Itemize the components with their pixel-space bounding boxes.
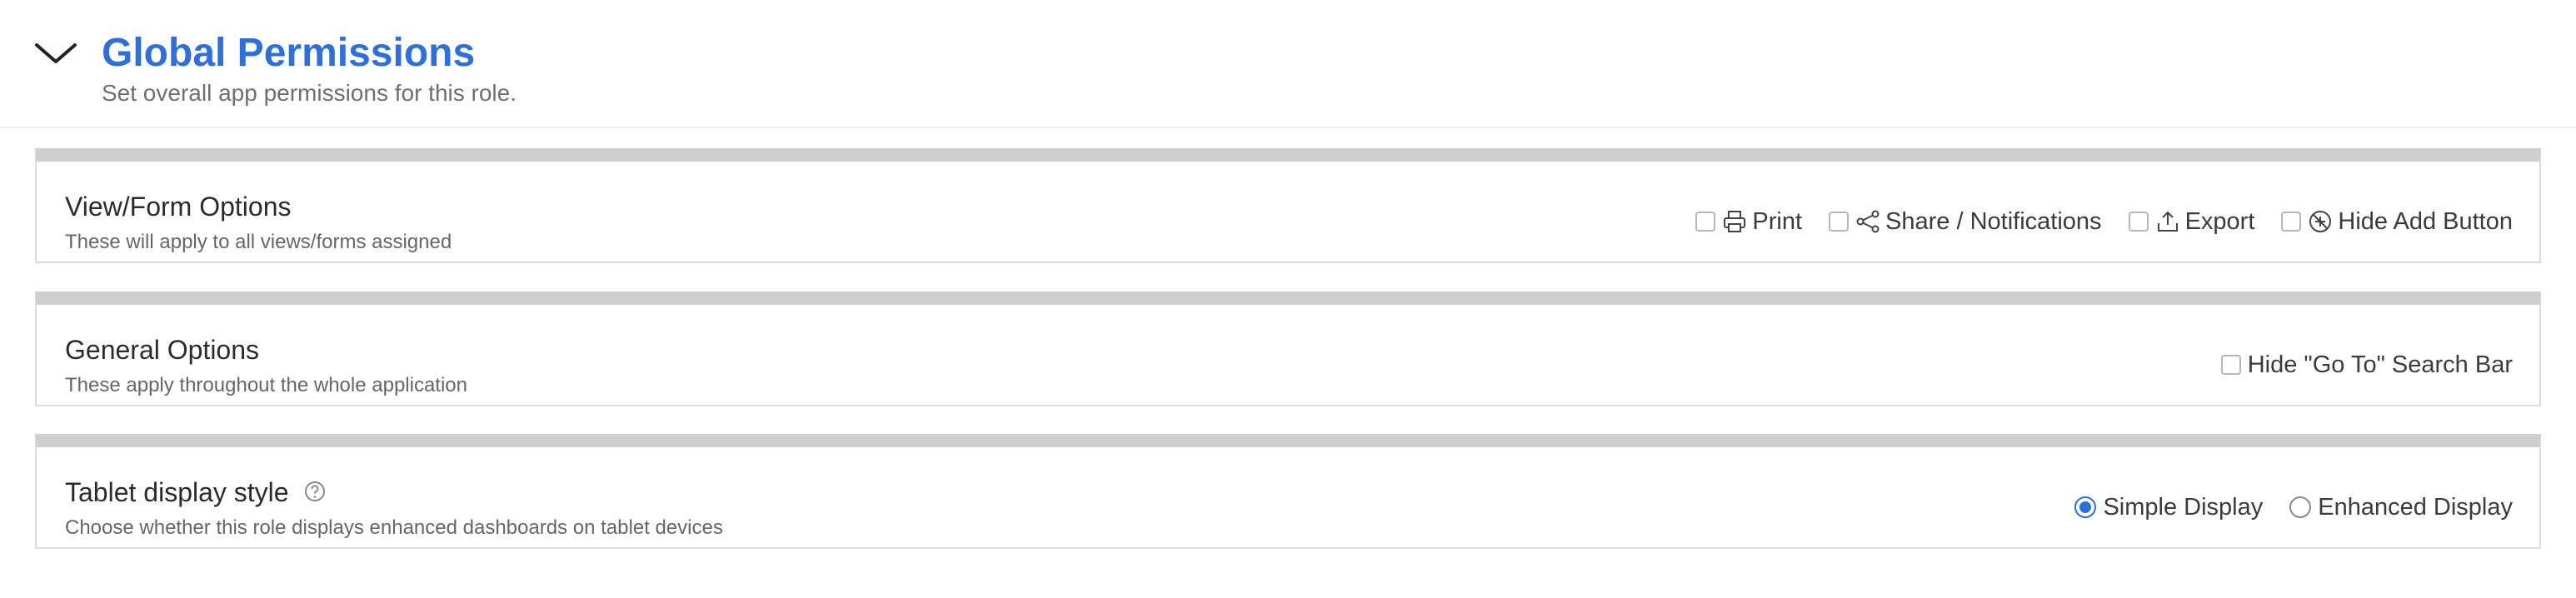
hide-go-to-search-bar-option[interactable]: Hide "Go To" Search Bar	[2220, 350, 2513, 380]
share-notifications-checkbox[interactable]	[1829, 212, 1850, 232]
card-title: General Options	[65, 335, 260, 365]
export-icon	[2157, 211, 2178, 232]
export-label: Export	[2184, 208, 2255, 235]
enhanced-display-label: Enhanced Display	[2318, 494, 2513, 521]
share-notifications-label: Share / Notifications	[1885, 208, 2102, 235]
tablet-display-style-card: Tablet display style Choose whether this…	[35, 434, 2541, 549]
printer-icon	[1724, 211, 1746, 232]
hide-add-button-checkbox[interactable]	[2281, 212, 2302, 232]
enhanced-display-option[interactable]: Enhanced Display	[2289, 492, 2513, 522]
simple-display-option[interactable]: Simple Display	[2074, 492, 2263, 522]
enhanced-display-radio[interactable]	[2289, 496, 2312, 518]
view-form-option-list: Print Share / Notifications Export Hide …	[1695, 205, 2513, 238]
hide-add-button-label: Hide Add Button	[2338, 208, 2513, 235]
tablet-display-style-title: Tablet display style	[65, 477, 289, 507]
section-subtitle: Set overall app permissions for this rol…	[102, 80, 517, 106]
share-notifications-option[interactable]: Share / Notifications	[1829, 207, 2102, 237]
hide-go-to-search-bar-label: Hide "Go To" Search Bar	[2247, 351, 2513, 378]
help-circle-icon[interactable]	[304, 481, 326, 502]
card-description: These apply throughout the whole applica…	[65, 374, 467, 396]
view-form-options-card: View/Form Options These will apply to al…	[35, 148, 2541, 263]
card-title: View/Form Options	[65, 192, 292, 222]
general-option-list: Hide "Go To" Search Bar	[2220, 348, 2513, 381]
hide-go-to-search-bar-checkbox[interactable]	[2220, 355, 2241, 375]
card-description: These will apply to all views/forms assi…	[65, 231, 452, 253]
general-options-card: General Options These apply throughout t…	[35, 292, 2541, 406]
display-style-radio-group: Simple Display Enhanced Display	[2074, 491, 2513, 524]
simple-display-label: Simple Display	[2103, 494, 2264, 521]
section-title: Global Permissions	[102, 31, 476, 75]
simple-display-radio[interactable]	[2074, 496, 2097, 518]
print-checkbox[interactable]	[1695, 212, 1716, 232]
hide-add-button-option[interactable]: Hide Add Button	[2281, 207, 2513, 237]
print-label: Print	[1752, 208, 1803, 235]
share-icon	[1856, 210, 1880, 233]
card-title: Tablet display style	[65, 476, 326, 509]
chevron-down-icon[interactable]	[33, 38, 78, 68]
print-option[interactable]: Print	[1695, 207, 1802, 237]
export-option[interactable]: Export	[2128, 207, 2255, 237]
section-header: Global Permissions Set overall app permi…	[0, 0, 2576, 128]
no-add-icon	[2309, 211, 2332, 232]
card-description: Choose whether this role displays enhanc…	[65, 516, 723, 539]
export-checkbox[interactable]	[2128, 212, 2149, 232]
